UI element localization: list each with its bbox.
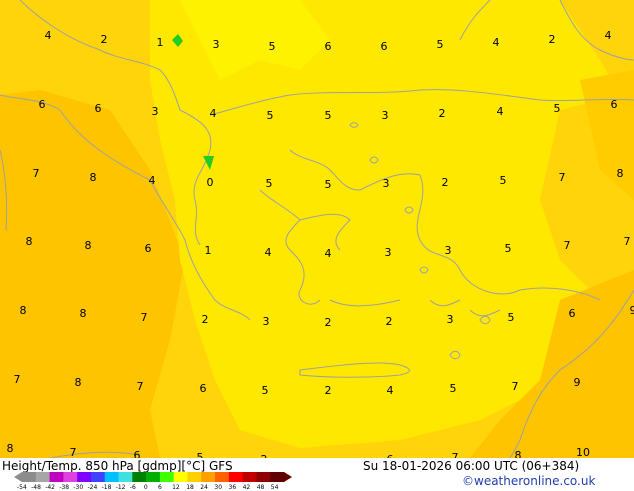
colorbar-segment: [105, 472, 119, 482]
temperature-label: 7: [137, 380, 144, 393]
temperature-label: 3: [445, 244, 452, 257]
temperature-label: 2: [101, 33, 108, 46]
colorbar-segment: [215, 472, 229, 482]
colorbar-arrow-right: [284, 472, 292, 482]
temperature-label: 6: [39, 98, 46, 111]
temperature-label: 4: [497, 105, 504, 118]
temperature-label: 5: [500, 174, 507, 187]
temperature-label: 2: [549, 33, 556, 46]
colorbar-segment: [160, 472, 174, 482]
temperature-label: 5: [269, 40, 276, 53]
temperature-label: 4: [325, 247, 332, 260]
temperature-label: 4: [605, 29, 612, 42]
temperature-label: 6: [569, 307, 576, 320]
colorbar-segment: [174, 472, 188, 482]
weather-map: 4 2 1 3 5 6 6 5 4 2 4 6 6 3 4 5 5 3 2 4 5 6 7 8 4 0 5 5 3 2 5 7 8 8 8 6 1 4 4 3…: [0, 0, 634, 458]
colorbar-segment: [50, 472, 64, 482]
temperature-label: 7: [14, 373, 21, 386]
temperature-label: 1: [205, 244, 212, 257]
temperature-label: 2: [386, 315, 393, 328]
temperature-label: 4: [149, 174, 156, 187]
colorbar-segment: [91, 472, 105, 482]
temperature-label: 5: [508, 311, 515, 324]
temperature-label: 2: [202, 313, 209, 326]
temperature-label: 5: [505, 242, 512, 255]
temperature-label: 5: [325, 178, 332, 191]
colorbar-segment: [187, 472, 201, 482]
temperature-label: 4: [387, 384, 394, 397]
colorbar-segment: [256, 472, 270, 482]
temperature-label: 4: [265, 246, 272, 259]
colorbar-segment: [63, 472, 77, 482]
temperature-label: 8: [20, 304, 27, 317]
temperature-label: 8: [617, 167, 624, 180]
temperature-label: 5: [262, 384, 269, 397]
temperature-label: 3: [213, 38, 220, 51]
credit-link[interactable]: ©weatheronline.co.uk: [462, 474, 595, 488]
temperature-label: 5: [266, 177, 273, 190]
temperature-label: 7: [564, 239, 571, 252]
temperature-label: 8: [90, 171, 97, 184]
temperature-label: 7: [512, 380, 519, 393]
temperature-label: 2: [325, 316, 332, 329]
temperature-label: 2: [325, 384, 332, 397]
temperature-label: 6: [325, 40, 332, 53]
colorbar-segment: [229, 472, 243, 482]
temperature-label: 5: [450, 382, 457, 395]
temperature-label: 5: [554, 102, 561, 115]
temperature-label: 6: [611, 98, 618, 111]
colorbar-segment: [243, 472, 257, 482]
temperature-label: 6: [200, 382, 207, 395]
temperature-label: 4: [210, 107, 217, 120]
temperature-label: 3: [382, 109, 389, 122]
temperature-label: 10: [576, 446, 590, 458]
map-datetime: Su 18-01-2026 06:00 UTC (06+384): [363, 459, 579, 473]
colorbar-segment: [36, 472, 50, 482]
temperature-label: 8: [75, 376, 82, 389]
temperature-label: 5: [267, 109, 274, 122]
temperature-label: 8: [85, 239, 92, 252]
temperature-label: 3: [447, 313, 454, 326]
colorbar-segment: [22, 472, 36, 482]
temperature-label: 2: [442, 176, 449, 189]
temperature-label: 3: [263, 315, 270, 328]
colorbar-segment: [119, 472, 133, 482]
temperature-label: 1: [157, 36, 164, 49]
temperature-label: 6: [95, 102, 102, 115]
map-title: Height/Temp. 850 hPa [gdmp][°C] GFS: [2, 459, 233, 473]
temperature-label: 3: [385, 246, 392, 259]
temperature-label: 2: [439, 107, 446, 120]
colorbar: [14, 472, 292, 482]
temperature-label: 5: [325, 109, 332, 122]
colorbar-segment: [146, 472, 160, 482]
temperature-label: 6: [134, 449, 141, 458]
temperature-label: 3: [152, 105, 159, 118]
temperature-label: 7: [452, 451, 459, 458]
temperature-label: 8: [7, 442, 14, 455]
temperature-label: 8: [80, 307, 87, 320]
temperature-label: 4: [493, 36, 500, 49]
temperature-label: 7: [70, 446, 77, 458]
temperature-label: 9: [574, 376, 581, 389]
temperature-label: 8: [515, 449, 522, 458]
temperature-label: 9: [630, 304, 634, 317]
colorbar-segment: [201, 472, 215, 482]
temperature-label: 7: [559, 171, 566, 184]
temperature-label: 6: [381, 40, 388, 53]
colorbar-arrow-left: [14, 472, 22, 482]
temperature-label: 5: [437, 38, 444, 51]
temperature-label: 5: [197, 451, 204, 458]
temperature-label: 3: [383, 177, 390, 190]
colorbar-segment: [132, 472, 146, 482]
temperature-label: 7: [141, 311, 148, 324]
temperature-label: 8: [26, 235, 33, 248]
temperature-label: 4: [45, 29, 52, 42]
temperature-label: 6: [145, 242, 152, 255]
temperature-label: 7: [33, 167, 40, 180]
colorbar-segment: [270, 472, 284, 482]
temperature-label: 7: [624, 235, 631, 248]
colorbar-segment: [77, 472, 91, 482]
temperature-label: 0: [207, 176, 214, 189]
